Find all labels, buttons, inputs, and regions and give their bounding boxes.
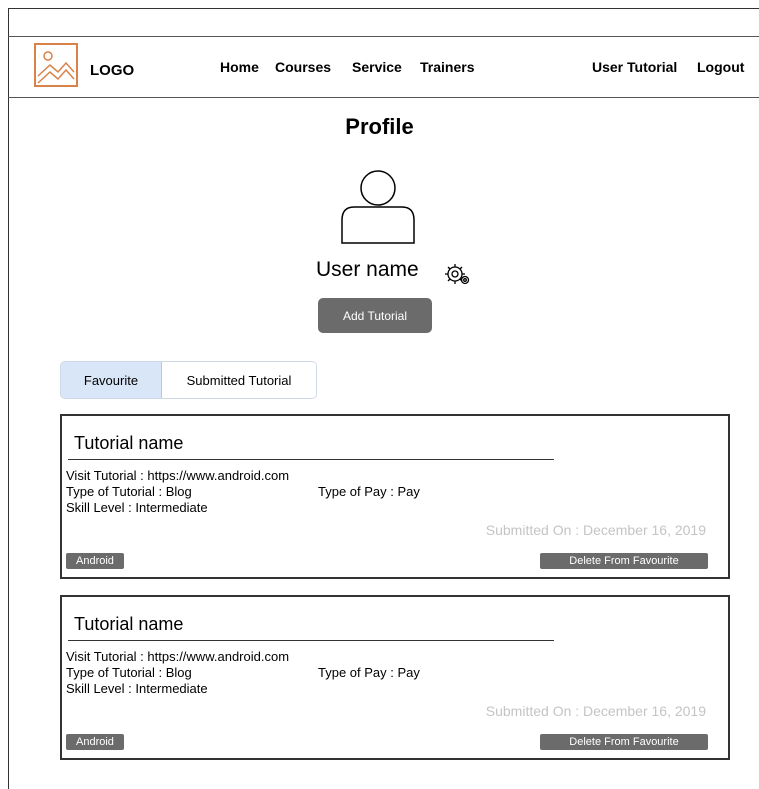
- logo-image-icon[interactable]: [34, 43, 78, 87]
- submitted-date: Submitted On : December 16, 2019: [485, 522, 706, 538]
- nav-trainers[interactable]: Trainers: [420, 59, 474, 75]
- nav-service[interactable]: Service: [352, 59, 402, 75]
- pay-type: Type of Pay : Pay: [318, 484, 420, 499]
- add-tutorial-button[interactable]: Add Tutorial: [318, 298, 432, 333]
- tutorial-card: Tutorial name Visit Tutorial : https://w…: [60, 595, 730, 760]
- pay-type: Type of Pay : Pay: [318, 665, 420, 680]
- avatar-user-icon: [340, 168, 416, 244]
- tag-android[interactable]: Android: [66, 734, 124, 750]
- nav-home[interactable]: Home: [220, 59, 259, 75]
- submitted-date: Submitted On : December 16, 2019: [485, 703, 706, 719]
- header-divider-bottom: [8, 97, 759, 98]
- delete-from-favourite-button[interactable]: Delete From Favourite: [540, 734, 708, 750]
- frame-top-border: [8, 8, 759, 9]
- tutorial-type: Type of Tutorial : Blog: [66, 484, 192, 499]
- tutorial-card: Tutorial name Visit Tutorial : https://w…: [60, 414, 730, 579]
- title-divider: [68, 459, 554, 460]
- gear-icon[interactable]: [443, 260, 471, 288]
- tutorial-name[interactable]: Tutorial name: [74, 433, 183, 454]
- tab-favourite[interactable]: Favourite: [61, 362, 162, 398]
- delete-from-favourite-button[interactable]: Delete From Favourite: [540, 553, 708, 569]
- visit-tutorial-link[interactable]: Visit Tutorial : https://www.android.com: [66, 649, 289, 665]
- visit-tutorial-link[interactable]: Visit Tutorial : https://www.android.com: [66, 468, 289, 484]
- user-name: User name: [316, 258, 419, 281]
- tutorial-type: Type of Tutorial : Blog: [66, 665, 192, 680]
- tab-bar: Favourite Submitted Tutorial: [60, 361, 317, 399]
- logo-text[interactable]: LOGO: [90, 62, 134, 79]
- header-divider-top: [8, 36, 759, 37]
- skill-level: Skill Level : Intermediate: [66, 681, 208, 696]
- tutorial-name[interactable]: Tutorial name: [74, 614, 183, 635]
- nav-user-tutorial[interactable]: User Tutorial: [592, 59, 677, 75]
- skill-level: Skill Level : Intermediate: [66, 500, 208, 515]
- tab-submitted-tutorial[interactable]: Submitted Tutorial: [162, 362, 316, 398]
- title-divider: [68, 640, 554, 641]
- page-title: Profile: [345, 114, 414, 139]
- tag-android[interactable]: Android: [66, 553, 124, 569]
- nav-courses[interactable]: Courses: [275, 59, 331, 75]
- nav-logout[interactable]: Logout: [697, 59, 744, 75]
